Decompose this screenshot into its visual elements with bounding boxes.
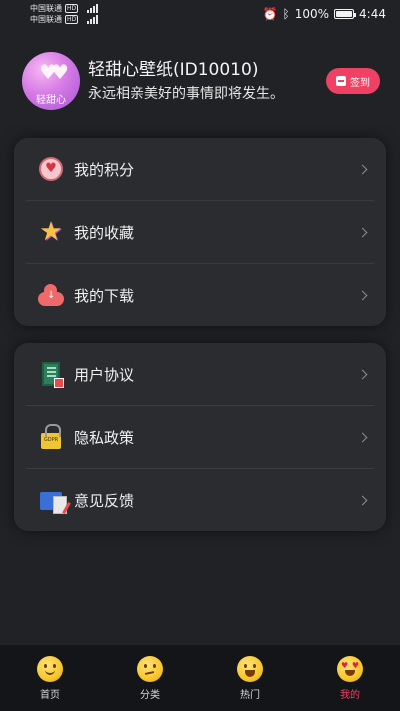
avatar-label: 轻甜心 (36, 95, 66, 106)
menu-item-feedback[interactable]: 意见反馈 (26, 469, 374, 532)
tab-label: 热门 (240, 689, 260, 701)
carrier-2-label: 中国联通 (30, 15, 62, 24)
menu-item-privacy-policy[interactable]: GDPR 隐私政策 (26, 406, 374, 469)
chevron-right-icon (357, 495, 368, 506)
tab-mine[interactable]: ♥ ♥ 我的 (300, 655, 400, 701)
clock: 4:44 (359, 7, 386, 21)
avatar[interactable]: ♥♥ 轻甜心 (22, 52, 80, 110)
menu-item-label: 我的下载 (74, 287, 135, 305)
menu-item-label: 隐私政策 (74, 428, 135, 447)
hd-tag: HD (65, 15, 79, 24)
menu-card-legal: 用户协议 GDPR 隐私政策 意见反馈 (14, 343, 386, 531)
chevron-right-icon (357, 369, 368, 379)
menu-item-label: 意见反馈 (74, 492, 135, 510)
carrier-1-label: 中国联通 (30, 4, 62, 13)
gdpr-lock-icon: GDPR (38, 424, 64, 450)
document-lock-icon (38, 361, 64, 388)
profile-header: ♥♥ 轻甜心 轻甜心壁纸(ID10010) 永远相亲美好的事情即将发生。 签到 (22, 52, 380, 110)
menu-item-downloads[interactable]: ↓ 我的下载 (26, 264, 374, 327)
menu-item-label: 我的收藏 (74, 223, 135, 242)
star-icon: ★ (39, 217, 63, 247)
carrier-info: 中国联通 HD 中国联通 HD (30, 3, 99, 25)
menu-item-points[interactable]: ♥ 我的积分 (26, 138, 374, 201)
tab-label: 首页 (40, 689, 60, 701)
alarm-icon: ⏰ (262, 7, 278, 21)
grin-face-icon (237, 655, 263, 682)
menu-item-label: 用户协议 (74, 365, 135, 384)
signal-icon (87, 15, 99, 24)
points-heart-icon: ♥ (38, 156, 64, 182)
calendar-icon (336, 76, 346, 86)
battery-percent: 100% (294, 7, 330, 21)
smirk-face-icon (137, 655, 163, 682)
chevron-right-icon (357, 164, 368, 174)
chevron-right-icon (357, 227, 368, 237)
hd-tag: HD (65, 4, 79, 13)
bluetooth-icon: ᛒ (282, 7, 290, 21)
feedback-icon (38, 488, 71, 514)
smile-face-icon (37, 655, 63, 682)
heart-eyes-face-icon: ♥ ♥ (337, 655, 363, 682)
tab-popular[interactable]: 热门 (200, 655, 300, 701)
menu-item-label: 我的积分 (74, 160, 135, 179)
menu-item-user-agreement[interactable]: 用户协议 (26, 343, 374, 406)
bottom-tab-bar: 首页 分类 热门 ♥ ♥ 我的 (0, 645, 400, 711)
status-bar: 中国联通 HD 中国联通 HD ⏰ ᛒ 100% 4:44 (0, 0, 400, 28)
signal-icon (87, 4, 99, 13)
menu-item-favorites[interactable]: ★ 我的收藏 (26, 201, 374, 264)
cloud-download-icon: ↓ (38, 283, 64, 309)
chevron-right-icon (357, 432, 368, 442)
tab-label: 分类 (140, 689, 160, 701)
signin-label: 签到 (350, 77, 370, 89)
chevron-right-icon (357, 290, 368, 301)
menu-card-personal: ♥ 我的积分 ★ 我的收藏 ↓ 我的下载 (14, 138, 386, 326)
status-right: ⏰ ᛒ 100% 4:44 (263, 7, 386, 21)
hearts-icon: ♥♥ (39, 60, 69, 84)
tab-label: 我的 (340, 689, 360, 701)
tab-category[interactable]: 分类 (100, 655, 200, 701)
tab-home[interactable]: 首页 (0, 655, 100, 701)
signin-button[interactable]: 签到 (326, 68, 380, 94)
battery-icon (334, 9, 357, 19)
